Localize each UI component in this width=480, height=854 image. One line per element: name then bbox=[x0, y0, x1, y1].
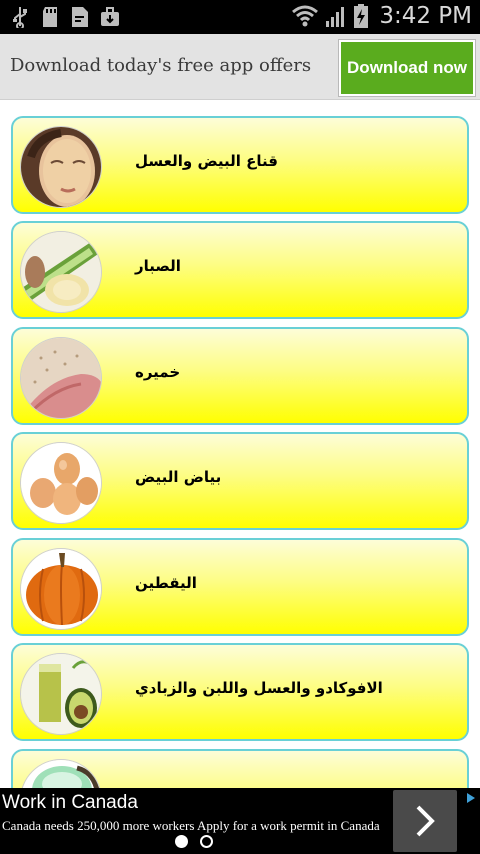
clock: 3:42 PM bbox=[379, 3, 472, 29]
pumpkin-thumbnail bbox=[20, 548, 102, 630]
remedy-list[interactable]: قناع البيض والعسل الصبار خميره بياض البي… bbox=[0, 100, 480, 788]
list-item-label: بياض البيض bbox=[135, 468, 222, 486]
list-item-label: قناع البيض والعسل bbox=[135, 152, 278, 170]
pager-dot-active[interactable] bbox=[175, 835, 188, 848]
sd-card-icon bbox=[43, 7, 57, 27]
top-ad-banner[interactable]: Download today's free app offers Downloa… bbox=[0, 34, 480, 100]
list-item-yeast[interactable]: خميره bbox=[11, 327, 469, 425]
list-item-label: الافوكادو والعسل واللبن والزبادي bbox=[135, 679, 383, 697]
list-item-egg-honey-mask[interactable]: قناع البيض والعسل bbox=[11, 116, 469, 214]
ad-pager bbox=[175, 835, 213, 848]
signal-icon bbox=[326, 7, 345, 27]
top-ad-text[interactable]: Download today's free app offers bbox=[10, 55, 311, 76]
pager-dot[interactable] bbox=[200, 835, 213, 848]
ad-open-button[interactable] bbox=[393, 790, 457, 852]
list-item-avocado-honey[interactable]: الافوكادو والعسل واللبن والزبادي bbox=[11, 643, 469, 741]
bottom-ad-title[interactable]: Work in Canada bbox=[2, 792, 138, 814]
briefcase-icon bbox=[101, 7, 119, 26]
bottom-ad-banner[interactable]: Work in Canada Canada needs 250,000 more… bbox=[0, 788, 480, 854]
list-item-label: الصبار bbox=[135, 257, 181, 275]
battery-charging-icon bbox=[354, 4, 369, 28]
chevron-right-icon bbox=[416, 805, 435, 837]
list-item-egg-white[interactable]: بياض البيض bbox=[11, 432, 469, 530]
usb-icon bbox=[13, 7, 27, 28]
face-mask-thumbnail bbox=[20, 126, 102, 208]
yeast-thumbnail bbox=[20, 337, 102, 419]
file-icon bbox=[72, 7, 88, 27]
list-item-pumpkin[interactable]: اليقطين bbox=[11, 538, 469, 636]
adchoices-icon[interactable] bbox=[465, 792, 477, 804]
wifi-icon bbox=[292, 5, 319, 27]
list-item-partial[interactable] bbox=[11, 749, 469, 788]
aloe-vera-thumbnail bbox=[20, 231, 102, 313]
list-item-aloe-vera[interactable]: الصبار bbox=[11, 221, 469, 319]
list-item-label: خميره bbox=[135, 363, 181, 381]
avocado-juice-thumbnail bbox=[20, 653, 102, 735]
status-bar: 3:42 PM bbox=[0, 0, 480, 34]
bottom-ad-description[interactable]: Canada needs 250,000 more workers Apply … bbox=[2, 818, 380, 834]
download-now-button[interactable]: Download now bbox=[338, 39, 476, 97]
list-item-label: اليقطين bbox=[135, 574, 197, 592]
partial-item-thumbnail bbox=[20, 759, 102, 788]
eggs-thumbnail bbox=[20, 442, 102, 524]
